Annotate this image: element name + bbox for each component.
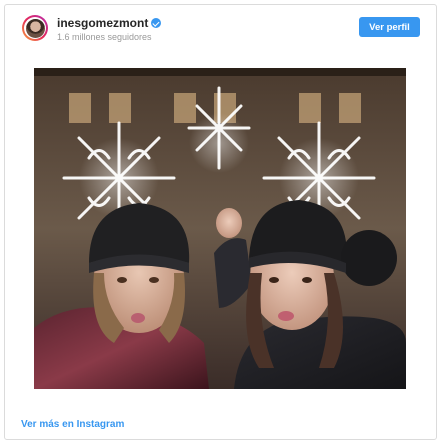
- instagram-embed-card: inesgomezmont 1.6 millones seguidores Ve…: [4, 4, 437, 440]
- view-more-on-instagram-link[interactable]: Ver más en Instagram: [21, 419, 124, 430]
- verified-badge-icon: [151, 18, 162, 28]
- follower-count: 1.6 millones seguidores: [57, 32, 152, 42]
- username-link[interactable]: inesgomezmont: [57, 16, 148, 30]
- view-profile-button[interactable]: Ver perfil: [359, 17, 420, 37]
- user-info: inesgomezmont 1.6 millones seguidores: [57, 16, 162, 43]
- post-header: inesgomezmont 1.6 millones seguidores Ve…: [5, 5, 436, 49]
- post-photo[interactable]: [34, 68, 406, 389]
- avatar-photo: [25, 18, 45, 38]
- avatar[interactable]: [22, 15, 48, 41]
